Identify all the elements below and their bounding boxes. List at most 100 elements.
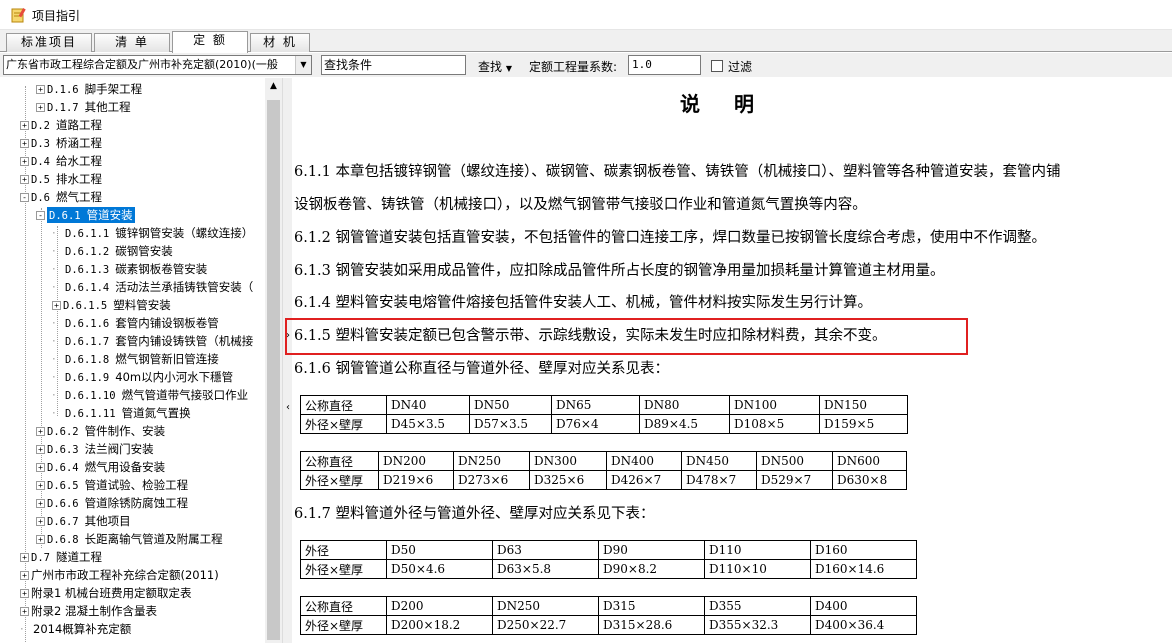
tab-quota[interactable]: 定 额 bbox=[172, 31, 248, 53]
expand-icon[interactable]: + bbox=[36, 463, 45, 472]
tree-node[interactable]: + D.1.7 其他工程 bbox=[36, 98, 131, 116]
tree-node[interactable]: · D.6.1.9 40m以内小河水下穩管 bbox=[52, 368, 233, 386]
expand-icon[interactable]: + bbox=[36, 427, 45, 436]
tree-node[interactable]: + D.6.5 管道试验、检验工程 bbox=[36, 476, 188, 494]
expand-icon[interactable]: + bbox=[20, 553, 29, 562]
tree-node[interactable]: · 2014概算补充定额 bbox=[20, 620, 131, 638]
expand-icon[interactable]: + bbox=[52, 301, 61, 310]
tree-node-code: D.6.1.1 bbox=[65, 228, 110, 240]
expand-icon[interactable]: + bbox=[20, 157, 29, 166]
tree-node[interactable]: + D.3 桥涵工程 bbox=[20, 134, 102, 152]
expand-icon[interactable]: + bbox=[20, 607, 29, 616]
table-cell: D160×14.6 bbox=[810, 559, 917, 579]
expand-icon[interactable]: + bbox=[20, 589, 29, 598]
tree-node-label: D.6.3 法兰阀门安装 bbox=[47, 442, 154, 456]
chevron-down-icon[interactable]: ▼ bbox=[295, 56, 311, 74]
tree-node-label: D.6.1.6 套管内铺设钢板卷管 bbox=[65, 316, 219, 330]
find-button[interactable]: 查找 ▼ bbox=[478, 58, 512, 75]
table-cell: D250×22.7 bbox=[492, 615, 599, 635]
tree-node[interactable]: + D.4 给水工程 bbox=[20, 152, 102, 170]
tree-node[interactable]: + 广州市市政工程补充综合定额(2011) bbox=[20, 566, 219, 584]
tree-node[interactable]: + D.6.1.5 塑料管安装 bbox=[52, 296, 171, 314]
tree-node[interactable]: · D.6.1.2 碳钢管安装 bbox=[52, 242, 173, 260]
tree-node[interactable]: + 附录1 机械台班费用定额取定表 bbox=[20, 584, 191, 602]
tree-connector: · bbox=[52, 352, 56, 366]
expand-icon[interactable]: + bbox=[20, 139, 29, 148]
tree-node-text: 长距离输气管道及附属工程 bbox=[84, 532, 223, 546]
expand-icon[interactable]: + bbox=[36, 445, 45, 454]
tree-node[interactable]: · D.6.1.6 套管内铺设钢板卷管 bbox=[52, 314, 219, 332]
table-cell: DN200 bbox=[378, 451, 454, 471]
expand-icon[interactable]: + bbox=[20, 571, 29, 580]
tree-node-code: D.6.2 bbox=[47, 426, 79, 438]
tree-connector: · bbox=[52, 406, 56, 420]
expand-icon[interactable]: + bbox=[36, 103, 45, 112]
table-cell: DN40 bbox=[386, 395, 470, 415]
toolbar: 广东省市政工程综合定额及广州市补充定额(2010)(一般 ▼ 查找条件 查找 ▼… bbox=[0, 53, 1172, 77]
tree-node-label: D.1.7 其他工程 bbox=[47, 100, 131, 114]
tree-node-label: D.6.8 长距离输气管道及附属工程 bbox=[47, 532, 223, 546]
tree-node[interactable]: · D.6.1.11 管道氮气置换 bbox=[52, 404, 191, 422]
quota-library-select[interactable]: 广东省市政工程综合定额及广州市补充定额(2010)(一般 ▼ bbox=[3, 55, 312, 75]
scroll-up-icon[interactable]: ▲ bbox=[265, 81, 282, 91]
table-cell: D529×7 bbox=[756, 470, 833, 490]
paragraph-6-1-1-cont: 设钢板卷管、铸铁管（机械接口），以及燃气钢管带气接驳口作业和管道氮气置换等内容。 bbox=[294, 197, 867, 213]
paragraph-6-1-2: 6.1.2 钢管管道安装包括直管安装，不包括管件的管口连接工序，焊口数量已按钢管… bbox=[294, 230, 1046, 246]
filter-checkbox[interactable] bbox=[711, 60, 723, 72]
search-input[interactable]: 查找条件 bbox=[321, 55, 466, 75]
expand-icon[interactable]: + bbox=[36, 517, 45, 526]
tree-node[interactable]: · D.6.1.10 燃气管道带气接驳口作业 bbox=[52, 386, 248, 404]
tree-node[interactable]: + D.2 道路工程 bbox=[20, 116, 102, 134]
tree-node[interactable]: + D.5 排水工程 bbox=[20, 170, 102, 188]
table-cell: DN65 bbox=[551, 395, 640, 415]
tree-node[interactable]: · D.6.1.3 碳素钢板卷管安装 bbox=[52, 260, 207, 278]
tree-node[interactable]: + D.6.2 管件制作、安装 bbox=[36, 422, 165, 440]
tree-node[interactable]: + 附录2 混凝土制作含量表 bbox=[20, 602, 157, 620]
table-row-header: 外径×壁厚 bbox=[300, 615, 387, 635]
tab-bill-list[interactable]: 清 单 bbox=[94, 33, 170, 52]
quota-library-value: 广东省市政工程综合定额及广州市补充定额(2010)(一般 bbox=[6, 58, 278, 71]
table-cell: D400×36.4 bbox=[810, 615, 917, 635]
collapse-icon[interactable]: - bbox=[20, 193, 29, 202]
tree-node-text: 燃气用设备安装 bbox=[84, 460, 166, 474]
tree-node[interactable]: · D.6.1.8 燃气钢管新旧管连接 bbox=[52, 350, 219, 368]
table-cell: D160 bbox=[810, 540, 917, 560]
tree-node-code: D.6.6 bbox=[47, 498, 79, 510]
tree-node[interactable]: + D.6.3 法兰阀门安装 bbox=[36, 440, 154, 458]
table-row: 公称直径 DN40 DN50 DN65 DN80 DN100 DN150 bbox=[300, 395, 908, 415]
panel-splitter[interactable]: › ‹ bbox=[282, 78, 292, 643]
tree-node-code: D.3 bbox=[31, 138, 50, 150]
tree-node-text: 桥涵工程 bbox=[55, 136, 102, 150]
tree-node[interactable]: - D.6.1 管道安装 bbox=[36, 206, 135, 224]
collapse-icon[interactable]: - bbox=[36, 211, 45, 220]
tree-node[interactable]: + D.7 隧道工程 bbox=[20, 548, 102, 566]
tree-node[interactable]: + D.6.8 长距离输气管道及附属工程 bbox=[36, 530, 223, 548]
table-cell: D315 bbox=[598, 596, 705, 616]
tab-standard-items[interactable]: 标准项目 bbox=[6, 33, 92, 52]
table-cell: D315×28.6 bbox=[598, 615, 705, 635]
tree-node-text: 2014概算补充定额 bbox=[33, 622, 132, 636]
tree-node[interactable]: · D.6.1.1 镀锌钢管安装（螺纹连接） bbox=[52, 224, 253, 242]
expand-icon[interactable]: + bbox=[36, 481, 45, 490]
scroll-thumb[interactable] bbox=[267, 100, 280, 640]
tree-node[interactable]: - D.6 燃气工程 bbox=[20, 188, 102, 206]
tree-node[interactable]: · D.6.1.4 活动法兰承插铸铁管安装（ bbox=[52, 278, 253, 296]
chevron-left-icon[interactable]: ‹ bbox=[284, 402, 292, 413]
expand-icon[interactable]: + bbox=[20, 175, 29, 184]
tree-node[interactable]: + D.6.4 燃气用设备安装 bbox=[36, 458, 165, 476]
expand-icon[interactable]: + bbox=[36, 499, 45, 508]
expand-icon[interactable]: + bbox=[20, 121, 29, 130]
expand-icon[interactable]: + bbox=[36, 535, 45, 544]
table-cell: D63×5.8 bbox=[492, 559, 599, 579]
tree-node[interactable]: + D.6.7 其他项目 bbox=[36, 512, 131, 530]
tree-node[interactable]: · D.6.1.7 套管内铺设铸铁管（机械接 bbox=[52, 332, 253, 350]
coefficient-input[interactable]: 1.0 bbox=[628, 55, 701, 75]
tree-node[interactable]: + D.1.6 脚手架工程 bbox=[36, 80, 142, 98]
paragraph-6-1-4: 6.1.4 塑料管安装电熔管件熔接包括管件安装人工、机械，管件材料按实际发生另行… bbox=[294, 295, 872, 311]
tree-scrollbar[interactable]: ▲ bbox=[265, 78, 282, 643]
expand-icon[interactable]: + bbox=[36, 85, 45, 94]
tree-node[interactable]: + D.6.6 管道除锈防腐蚀工程 bbox=[36, 494, 188, 512]
tab-strip: 标准项目 清 单 定 额 材 机 bbox=[0, 30, 1172, 53]
tab-materials[interactable]: 材 机 bbox=[250, 33, 310, 52]
tree-node-code: D.7 bbox=[31, 552, 50, 564]
